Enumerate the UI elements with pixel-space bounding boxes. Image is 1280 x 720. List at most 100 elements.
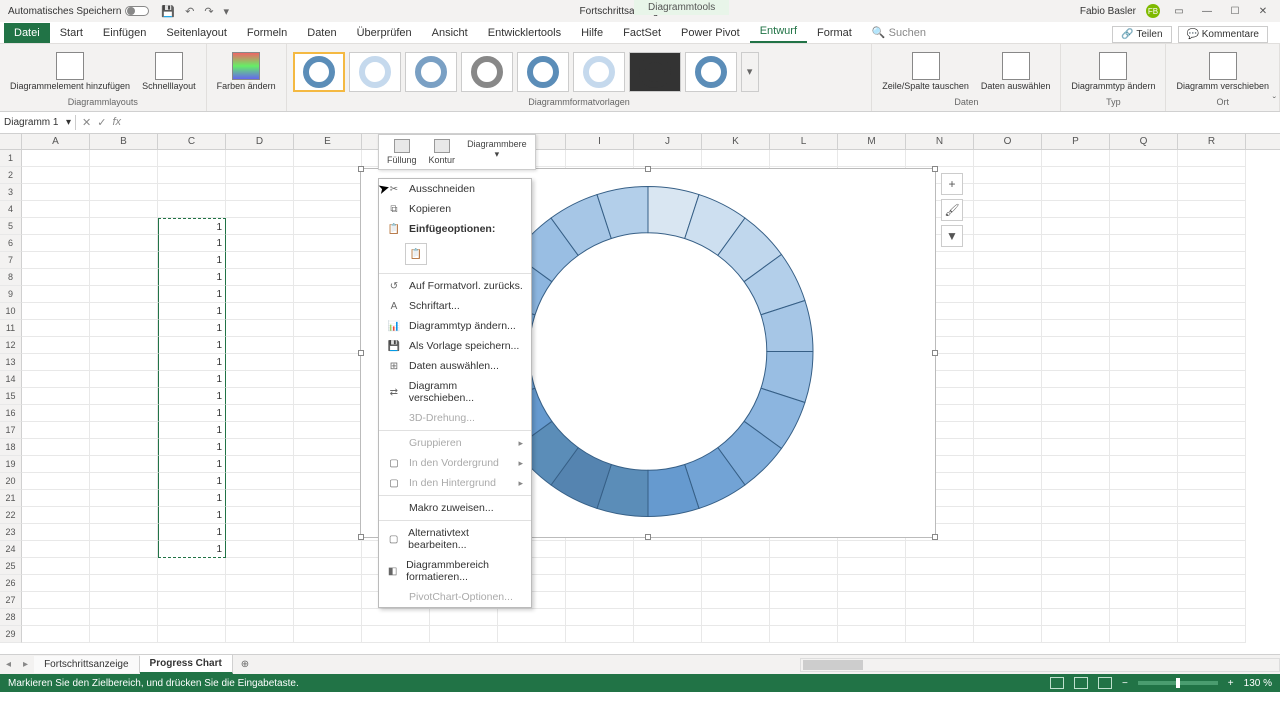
cell[interactable] [226, 371, 294, 388]
row-header[interactable]: 12 [0, 337, 22, 354]
cell[interactable] [22, 626, 90, 643]
cell[interactable] [158, 150, 226, 167]
cell[interactable] [294, 541, 362, 558]
col-header[interactable]: B [90, 134, 158, 149]
cell[interactable] [974, 150, 1042, 167]
cell[interactable] [1178, 626, 1246, 643]
cell[interactable] [1042, 388, 1110, 405]
cell[interactable] [294, 575, 362, 592]
cell[interactable] [158, 558, 226, 575]
cell[interactable] [294, 337, 362, 354]
cell[interactable] [294, 235, 362, 252]
cell[interactable] [226, 541, 294, 558]
cell[interactable] [90, 507, 158, 524]
cell[interactable] [702, 592, 770, 609]
cell[interactable] [974, 354, 1042, 371]
name-box[interactable]: Diagramm 1▾ [0, 115, 76, 130]
cell[interactable] [1178, 473, 1246, 490]
cell[interactable] [1178, 490, 1246, 507]
cell[interactable] [90, 575, 158, 592]
zoom-thumb[interactable] [1176, 678, 1180, 688]
accept-formula-icon[interactable]: ✓ [97, 116, 106, 129]
chart-style-6[interactable] [573, 52, 625, 92]
cell[interactable] [1178, 303, 1246, 320]
col-header[interactable]: P [1042, 134, 1110, 149]
cell[interactable] [294, 320, 362, 337]
cell[interactable] [226, 337, 294, 354]
ctx-format-chart-area[interactable]: ◧Diagrammbereich formatieren... [379, 555, 531, 587]
zoom-out-button[interactable]: − [1122, 678, 1128, 689]
cell[interactable] [1110, 405, 1178, 422]
cell[interactable] [158, 626, 226, 643]
col-header[interactable]: N [906, 134, 974, 149]
cell[interactable] [1110, 303, 1178, 320]
cell[interactable] [1110, 371, 1178, 388]
switch-icon[interactable] [125, 6, 149, 16]
cell[interactable] [430, 609, 498, 626]
col-header[interactable]: O [974, 134, 1042, 149]
cell[interactable] [90, 354, 158, 371]
cell[interactable] [906, 150, 974, 167]
cell[interactable] [226, 592, 294, 609]
cell[interactable] [906, 626, 974, 643]
cell[interactable] [294, 456, 362, 473]
resize-handle[interactable] [358, 350, 364, 356]
cell[interactable] [226, 184, 294, 201]
cell[interactable] [90, 490, 158, 507]
cell[interactable] [838, 609, 906, 626]
resize-handle[interactable] [358, 534, 364, 540]
cell[interactable] [22, 473, 90, 490]
cell[interactable] [1178, 337, 1246, 354]
cell[interactable] [226, 252, 294, 269]
cell[interactable] [1042, 201, 1110, 218]
cell[interactable] [22, 167, 90, 184]
cell[interactable] [702, 150, 770, 167]
cell[interactable] [838, 592, 906, 609]
cell[interactable] [226, 609, 294, 626]
col-header[interactable]: J [634, 134, 702, 149]
cell[interactable] [566, 541, 634, 558]
cell[interactable]: 1 [158, 405, 226, 422]
tab-powerpivot[interactable]: Power Pivot [671, 23, 750, 43]
comments-button[interactable]: 💬 Kommentare [1178, 26, 1268, 43]
cell[interactable] [1042, 473, 1110, 490]
cell[interactable] [770, 592, 838, 609]
cell[interactable] [294, 592, 362, 609]
cell[interactable] [974, 269, 1042, 286]
horizontal-scrollbar[interactable] [800, 658, 1280, 672]
resize-handle[interactable] [932, 350, 938, 356]
cell[interactable] [1110, 269, 1178, 286]
cell[interactable] [22, 541, 90, 558]
cell[interactable] [770, 541, 838, 558]
row-header[interactable]: 28 [0, 609, 22, 626]
cell[interactable] [1110, 456, 1178, 473]
cell[interactable] [974, 303, 1042, 320]
cell[interactable] [158, 575, 226, 592]
tab-design[interactable]: Entwurf [750, 21, 807, 43]
cell[interactable] [1110, 320, 1178, 337]
cell[interactable] [22, 609, 90, 626]
cell[interactable] [974, 524, 1042, 541]
row-header[interactable]: 15 [0, 388, 22, 405]
row-header[interactable]: 19 [0, 456, 22, 473]
cell[interactable] [1178, 575, 1246, 592]
cell[interactable] [1042, 252, 1110, 269]
cell[interactable] [22, 575, 90, 592]
cell[interactable] [362, 626, 430, 643]
cell[interactable] [974, 371, 1042, 388]
row-header[interactable]: 23 [0, 524, 22, 541]
cell[interactable]: 1 [158, 218, 226, 235]
cell[interactable] [294, 354, 362, 371]
cell[interactable] [22, 150, 90, 167]
cell[interactable] [906, 575, 974, 592]
cell[interactable] [22, 558, 90, 575]
cell[interactable] [294, 558, 362, 575]
ctx-font[interactable]: ASchriftart... [379, 296, 531, 316]
row-header[interactable]: 7 [0, 252, 22, 269]
cell[interactable]: 1 [158, 490, 226, 507]
cell[interactable] [90, 150, 158, 167]
row-header[interactable]: 2 [0, 167, 22, 184]
cell[interactable] [566, 150, 634, 167]
row-header[interactable]: 21 [0, 490, 22, 507]
cell[interactable] [1042, 184, 1110, 201]
